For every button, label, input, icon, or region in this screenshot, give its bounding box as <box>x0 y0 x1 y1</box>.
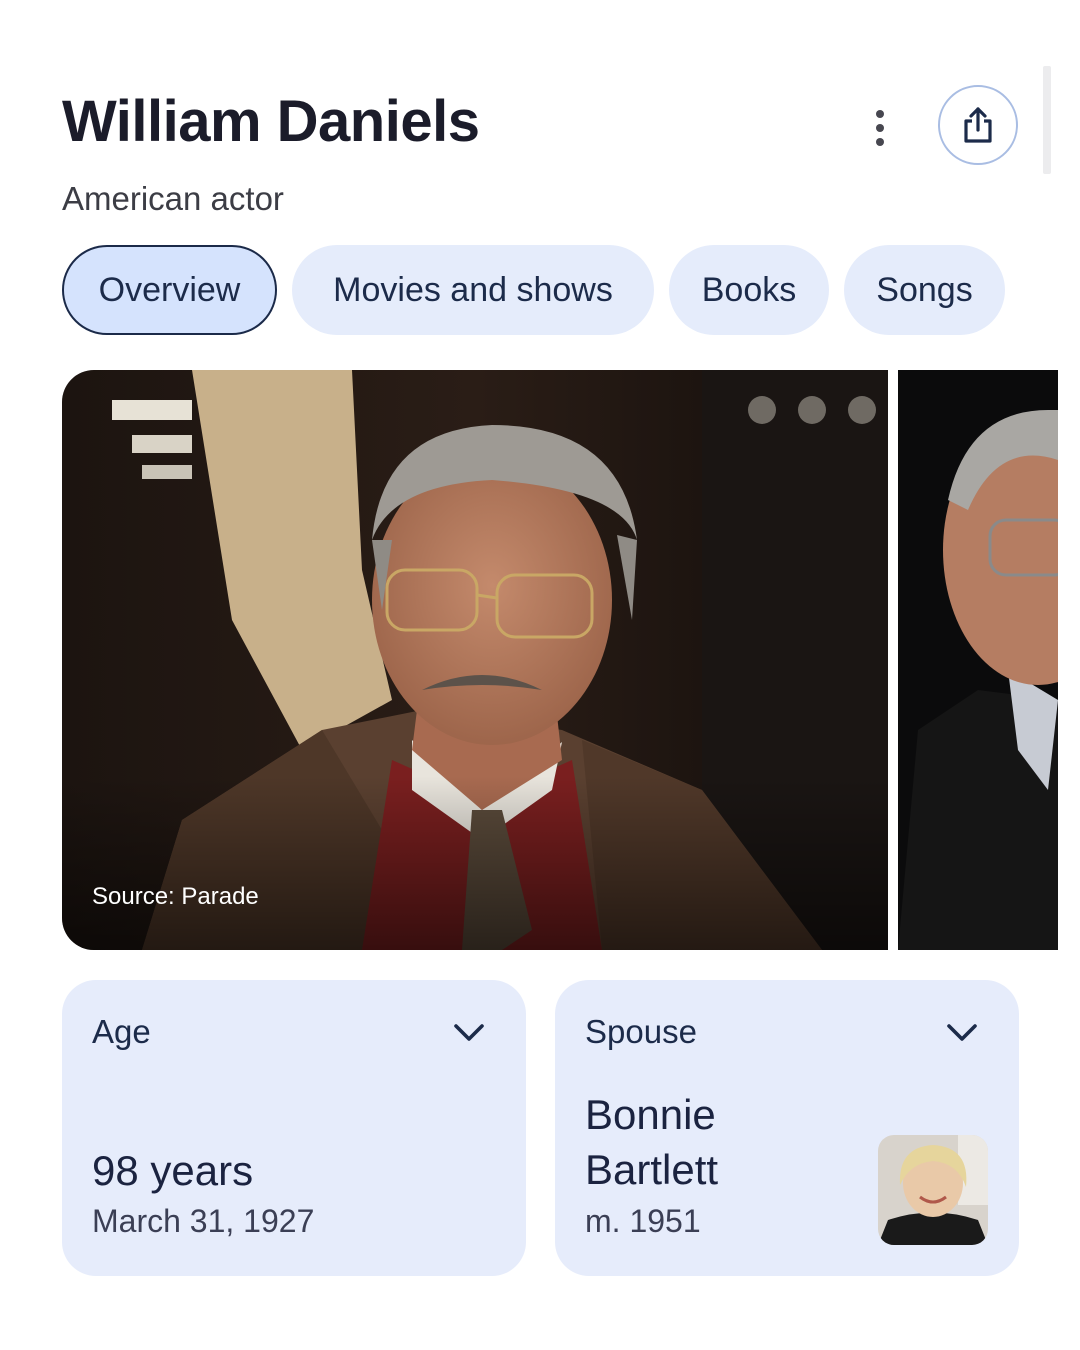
tab-overview[interactable]: Overview <box>62 245 277 335</box>
spouse-first-name: Bonnie <box>585 1091 716 1138</box>
main-photo[interactable] <box>62 370 888 950</box>
spouse-label: Spouse <box>585 1013 697 1050</box>
more-options-button[interactable] <box>858 104 902 152</box>
page-title: William Daniels <box>62 89 480 154</box>
spouse-card[interactable]: Spouse Bonnie Bartlett m. 1951 <box>555 980 1019 1276</box>
age-value: 98 years <box>92 1147 254 1194</box>
tab-label: Songs <box>876 270 973 309</box>
tab-label: Movies and shows <box>333 270 613 309</box>
entity-subtitle: American actor <box>62 180 284 217</box>
birth-date: March 31, 1927 <box>92 1203 315 1239</box>
spouse-last-name: Bartlett <box>585 1146 719 1193</box>
tab-books[interactable]: Books <box>669 245 829 335</box>
chevron-down-icon <box>454 1024 484 1041</box>
secondary-photo[interactable] <box>898 370 1058 950</box>
tab-label: Books <box>701 270 797 309</box>
spouse-avatar[interactable] <box>878 1135 988 1245</box>
tab-songs[interactable]: Songs <box>844 245 1005 335</box>
share-icon <box>964 107 992 143</box>
more-vert-icon <box>876 110 884 118</box>
scroll-edge <box>1043 66 1051 174</box>
marriage-year: m. 1951 <box>585 1203 701 1239</box>
tab-label: Overview <box>98 270 241 309</box>
knowledge-panel: William Daniels American actor Overview … <box>0 0 1080 1350</box>
tab-movies-and-shows[interactable]: Movies and shows <box>292 245 654 335</box>
age-card[interactable]: Age 98 years March 31, 1927 <box>62 980 526 1276</box>
image-source-label: Source: Parade <box>92 883 259 910</box>
share-button[interactable] <box>938 85 1018 165</box>
age-label: Age <box>92 1013 151 1050</box>
chevron-down-icon <box>947 1024 977 1041</box>
